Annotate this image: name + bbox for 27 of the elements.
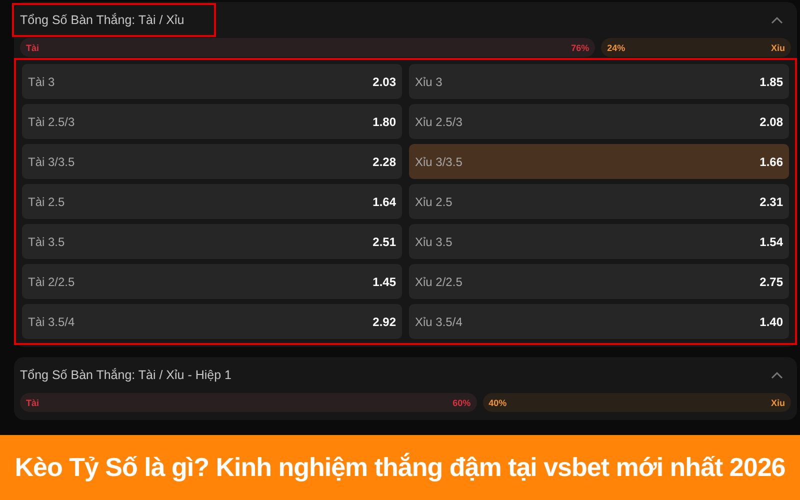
odds-button[interactable]: Xỉu 3.5/4 1.40 xyxy=(409,304,789,339)
odds-button[interactable]: Tài 3.5 2.51 xyxy=(22,224,402,259)
under-percent: 40% xyxy=(488,398,507,408)
under-label: Xỉu xyxy=(770,398,785,408)
chevron-icon[interactable] xyxy=(771,16,783,24)
odds-button[interactable]: Tài 2/2.5 1.45 xyxy=(22,264,402,299)
odds-button[interactable]: Tài 2.5/3 1.80 xyxy=(22,104,402,139)
over-label: Tài xyxy=(26,398,40,408)
odds-button[interactable]: Tài 2.5 1.64 xyxy=(22,184,402,219)
market-title: Tổng Số Bàn Thắng: Tài / Xỉu - Hiệp 1 xyxy=(19,367,232,384)
over-label: Tài xyxy=(26,42,40,52)
under-label: Xỉu xyxy=(770,42,785,52)
banner-title: Kèo Tỷ Số là gì? Kinh nghiệm thắng đậm tại vsbet mới nhất 2026 xyxy=(14,452,786,483)
odds-button[interactable]: Xỉu 2.5/3 2.08 xyxy=(409,104,789,139)
over-percent: 60% xyxy=(452,398,471,408)
odds-button[interactable]: Xỉu 2.5 2.31 xyxy=(409,184,789,219)
odds-button[interactable]: Tài 3.5/4 2.92 xyxy=(22,304,402,339)
odds-button[interactable]: Tài 3/3.5 2.28 xyxy=(22,144,402,179)
chevron-icon[interactable] xyxy=(771,371,783,379)
odds-button[interactable]: Tài 3 2.03 xyxy=(22,64,402,99)
odds-button[interactable]: Xỉu 3 1.85 xyxy=(409,64,789,99)
over-percent: 76% xyxy=(571,42,590,52)
odds-button[interactable]: Xỉu 2/2.5 2.75 xyxy=(409,264,789,299)
market-title: Tổng Số Bàn Thắng: Tài / Xỉu xyxy=(14,5,214,35)
under-percent: 24% xyxy=(607,42,626,52)
odds-button[interactable]: Xỉu 3.5 1.54 xyxy=(409,224,789,259)
odds-button[interactable]: Xỉu 3/3.5 1.66 xyxy=(409,144,789,179)
